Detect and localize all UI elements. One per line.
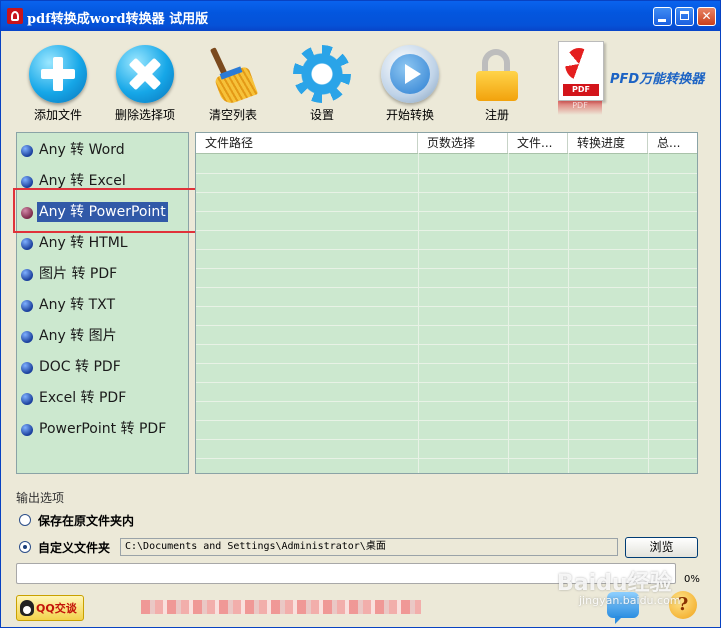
table-row: [196, 211, 697, 231]
radio-custom-folder[interactable]: [19, 541, 31, 553]
highlight-annotation: [13, 188, 212, 233]
browse-button[interactable]: 浏览: [625, 537, 698, 558]
table-row: [196, 230, 697, 250]
bullet-icon: [21, 331, 33, 343]
bullet-icon: [21, 269, 33, 281]
bullet-icon: [21, 176, 33, 188]
qq-chat-label: QQ交谈: [36, 602, 77, 615]
table-row: [196, 154, 697, 174]
register-label: 注册: [484, 108, 509, 122]
file-table[interactable]: 文件路径 页数选择 文件... 转换进度 总...: [195, 132, 698, 474]
add-file-button[interactable]: 添加文件: [20, 39, 96, 123]
remove-selected-button[interactable]: 删除选择项: [107, 39, 183, 123]
gear-icon: [293, 45, 351, 103]
column-header-total[interactable]: 总...: [648, 133, 697, 153]
conversion-item[interactable]: PowerPoint 转 PDF: [19, 418, 187, 440]
radio-save-original[interactable]: [19, 514, 31, 526]
bullet-icon: [21, 362, 33, 374]
delete-icon: [116, 45, 174, 103]
settings-label: 设置: [309, 108, 334, 122]
qq-chat-button[interactable]: QQ交谈: [16, 595, 84, 621]
table-row: [196, 287, 697, 307]
table-column-line: [568, 153, 569, 473]
start-convert-label: 开始转换: [385, 108, 434, 122]
brand-name: PFD万能转换器: [610, 72, 705, 87]
plus-icon: [29, 45, 87, 103]
redacted-text: [141, 600, 421, 614]
pdf-logo: PDF: [558, 41, 608, 117]
conversion-item-label: DOC 转 PDF: [39, 359, 121, 375]
lock-icon: [468, 45, 526, 103]
bullet-icon: [21, 238, 33, 250]
conversion-item-label: Any 转 Word: [39, 142, 125, 158]
start-convert-button[interactable]: 开始转换: [372, 39, 448, 123]
minimize-button[interactable]: [653, 7, 672, 26]
table-row: [196, 325, 697, 345]
conversion-item[interactable]: Any 转 图片: [19, 325, 187, 347]
table-row: [196, 382, 697, 402]
register-button[interactable]: 注册: [459, 39, 535, 123]
table-row: [196, 268, 697, 288]
table-header: 文件路径 页数选择 文件... 转换进度 总...: [196, 133, 697, 154]
save-original-label[interactable]: 保存在原文件夹内: [38, 512, 134, 529]
broom-icon: [204, 45, 262, 107]
conversion-item-label: Excel 转 PDF: [39, 390, 127, 406]
settings-button[interactable]: 设置: [284, 39, 360, 123]
output-options-label: 输出选项: [16, 491, 65, 505]
column-header-file[interactable]: 文件...: [508, 133, 568, 153]
conversion-item-label: Any 转 图片: [39, 328, 117, 344]
table-row: [196, 420, 697, 440]
progress-percent: 0%: [684, 574, 700, 585]
table-column-line: [418, 153, 419, 473]
conversion-type-list: Any 转 Word Any 转 Excel Any 转 PowerPoint Any…: [16, 132, 189, 474]
conversion-item[interactable]: Any 转 HTML: [19, 232, 187, 254]
column-header-path[interactable]: 文件路径: [196, 133, 418, 153]
output-path-field[interactable]: C:\Documents and Settings\Administrator\…: [120, 538, 618, 556]
table-column-line: [508, 153, 509, 473]
app-window: pdf转换成word转换器 试用版 ✕ 添加文件 删除选择项 清空列表 设置 开…: [0, 0, 721, 628]
conversion-item-label: 图片 转 PDF: [39, 266, 118, 282]
table-column-line: [648, 153, 649, 473]
table-row: [196, 458, 697, 473]
close-button[interactable]: ✕: [697, 7, 716, 26]
table-row: [196, 344, 697, 364]
title-bar[interactable]: pdf转换成word转换器 试用版 ✕: [1, 1, 720, 31]
bullet-icon: [21, 393, 33, 405]
custom-folder-label[interactable]: 自定义文件夹: [38, 539, 110, 556]
conversion-item[interactable]: Any 转 Word: [19, 139, 187, 161]
watermark: Baidu经验: [557, 571, 672, 596]
conversion-item-label: Any 转 TXT: [39, 297, 116, 313]
play-icon: [381, 45, 439, 103]
conversion-item-label: PowerPoint 转 PDF: [39, 421, 167, 437]
conversion-item[interactable]: 图片 转 PDF: [19, 263, 187, 285]
conversion-item[interactable]: DOC 转 PDF: [19, 356, 187, 378]
clear-list-button[interactable]: 清空列表: [195, 39, 271, 123]
bullet-icon: [21, 145, 33, 157]
remove-selected-label: 删除选择项: [114, 108, 175, 122]
table-row: [196, 173, 697, 193]
table-row: [196, 192, 697, 212]
column-header-pages[interactable]: 页数选择: [418, 133, 508, 153]
table-row: [196, 306, 697, 326]
bullet-icon: [21, 300, 33, 312]
add-file-label: 添加文件: [33, 108, 82, 122]
app-icon: [7, 8, 23, 24]
table-row: [196, 363, 697, 383]
table-row: [196, 249, 697, 269]
table-row: [196, 439, 697, 459]
window-title: pdf转换成word转换器 试用版: [27, 12, 209, 27]
column-header-progress[interactable]: 转换进度: [568, 133, 648, 153]
table-row: [196, 401, 697, 421]
maximize-button[interactable]: [675, 7, 694, 26]
conversion-item[interactable]: Excel 转 PDF: [19, 387, 187, 409]
watermark-url: jingyan.baidu.com: [579, 594, 681, 607]
conversion-item[interactable]: Any 转 TXT: [19, 294, 187, 316]
clear-list-label: 清空列表: [208, 108, 257, 122]
conversion-item-label: Any 转 HTML: [39, 235, 128, 251]
bullet-icon: [21, 424, 33, 436]
qq-penguin-icon: [20, 600, 34, 616]
